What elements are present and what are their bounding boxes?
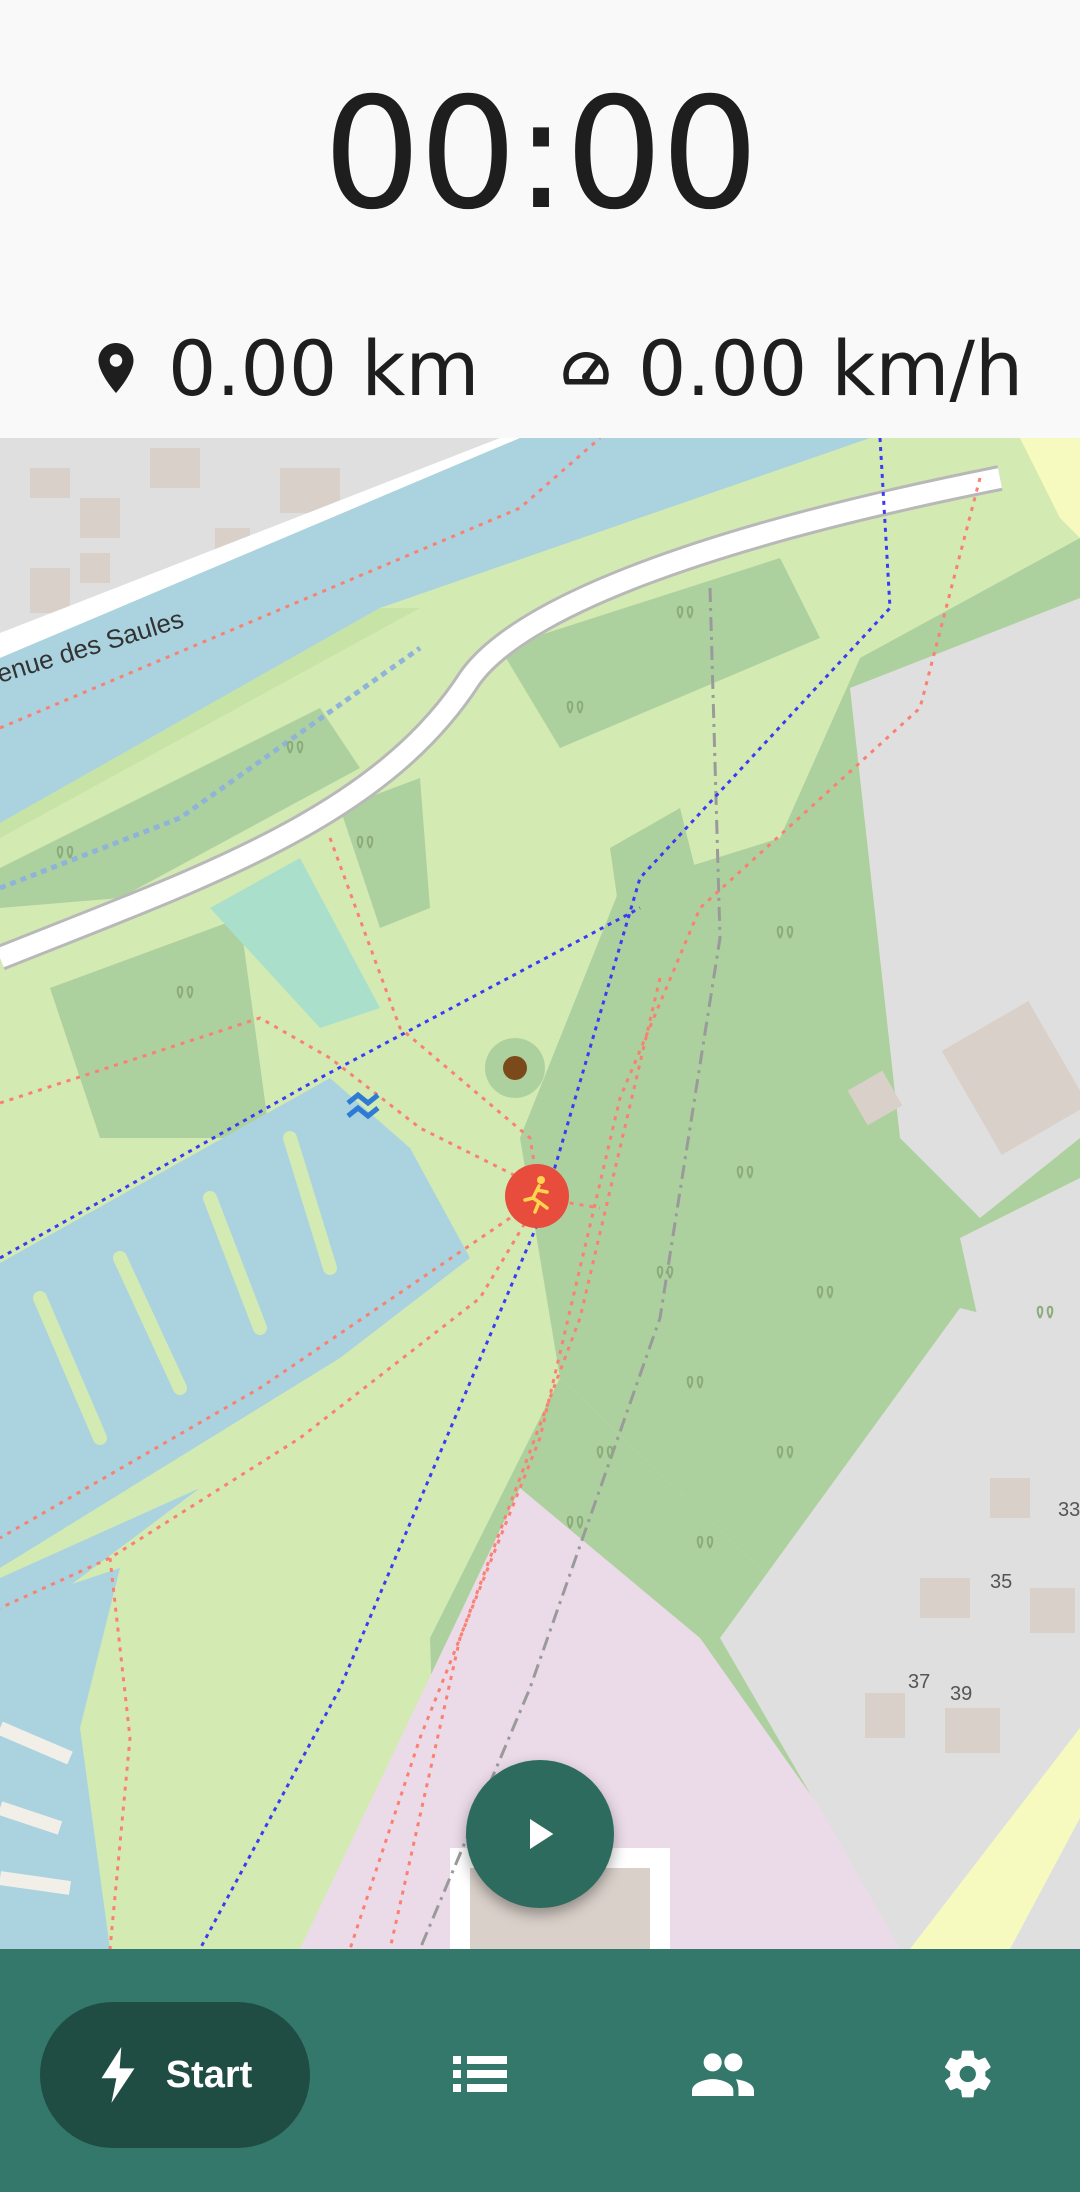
play-button[interactable] — [466, 1760, 614, 1908]
tracking-header: 00:00 0.00 km 0.00 km/h — [0, 0, 1080, 438]
lightning-icon — [101, 2047, 135, 2103]
gear-icon — [944, 2050, 991, 2098]
nav-list-tab[interactable] — [415, 2009, 545, 2139]
speed-value: 0.00 km/h — [638, 323, 1024, 413]
runner-icon[interactable] — [503, 1162, 571, 1230]
people-icon — [692, 2053, 754, 2096]
house-number: 39 — [950, 1683, 972, 1705]
house-number: 35 — [990, 1571, 1012, 1593]
elapsed-timer: 00:00 — [323, 65, 759, 244]
nav-people-tab[interactable] — [658, 2009, 788, 2139]
location-pin-icon — [98, 343, 134, 393]
nav-settings-tab[interactable] — [903, 2009, 1033, 2139]
list-icon — [453, 2056, 507, 2092]
distance-value: 0.00 km — [168, 323, 480, 413]
speedometer-icon — [563, 352, 609, 385]
play-icon — [530, 1819, 554, 1849]
speed-stat: 0.00 km/h — [556, 318, 1023, 418]
map-view[interactable]: enue des Saules 33 35 37 39 — [0, 438, 1080, 1949]
nav-start-label: Start — [165, 2053, 253, 2096]
bottom-navigation: Start — [0, 1949, 1080, 2192]
nav-start-tab[interactable]: Start — [40, 2002, 310, 2148]
house-number: 37 — [908, 1671, 930, 1693]
house-number: 33 — [1058, 1499, 1080, 1521]
distance-stat: 0.00 km — [86, 318, 479, 418]
